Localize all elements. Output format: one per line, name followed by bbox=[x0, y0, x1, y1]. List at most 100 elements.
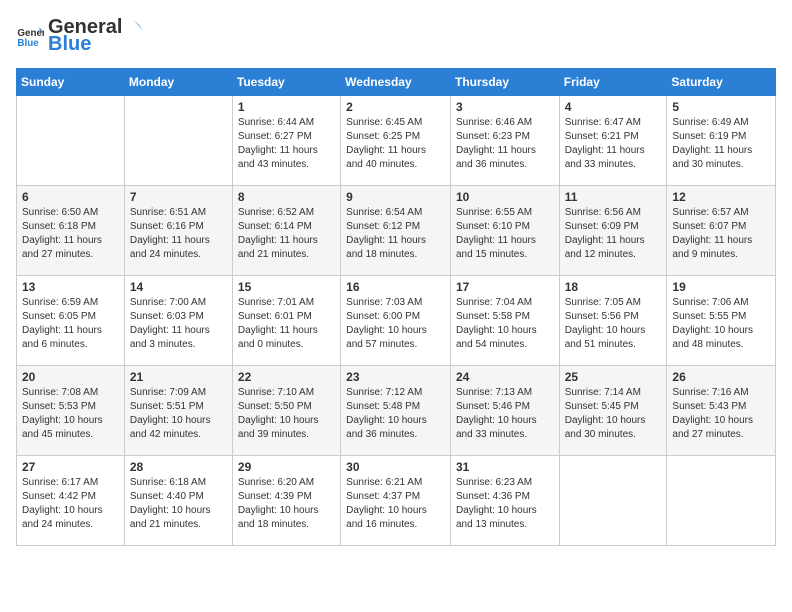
day-number: 27 bbox=[22, 460, 119, 474]
day-info: Sunrise: 6:45 AMSunset: 6:25 PMDaylight:… bbox=[346, 117, 426, 170]
day-number: 2 bbox=[346, 100, 445, 114]
day-number: 21 bbox=[130, 370, 227, 384]
day-number: 29 bbox=[238, 460, 335, 474]
calendar-table: Sunday Monday Tuesday Wednesday Thursday… bbox=[16, 68, 776, 546]
day-info: Sunrise: 7:13 AMSunset: 5:46 PMDaylight:… bbox=[456, 387, 537, 440]
col-sunday: Sunday bbox=[17, 69, 125, 96]
day-info: Sunrise: 6:51 AMSunset: 6:16 PMDaylight:… bbox=[130, 207, 210, 260]
day-info: Sunrise: 7:03 AMSunset: 6:00 PMDaylight:… bbox=[346, 297, 427, 350]
calendar-cell: 16 Sunrise: 7:03 AMSunset: 6:00 PMDaylig… bbox=[341, 276, 451, 366]
day-number: 11 bbox=[565, 190, 662, 204]
page-header: General Blue General Blue bbox=[16, 16, 776, 56]
calendar-cell: 22 Sunrise: 7:10 AMSunset: 5:50 PMDaylig… bbox=[232, 366, 340, 456]
day-info: Sunrise: 6:49 AMSunset: 6:19 PMDaylight:… bbox=[672, 117, 752, 170]
day-number: 22 bbox=[238, 370, 335, 384]
calendar-cell: 10 Sunrise: 6:55 AMSunset: 6:10 PMDaylig… bbox=[450, 186, 559, 276]
day-number: 12 bbox=[672, 190, 770, 204]
calendar-cell: 23 Sunrise: 7:12 AMSunset: 5:48 PMDaylig… bbox=[341, 366, 451, 456]
day-info: Sunrise: 7:08 AMSunset: 5:53 PMDaylight:… bbox=[22, 387, 103, 440]
col-saturday: Saturday bbox=[667, 69, 776, 96]
day-info: Sunrise: 6:20 AMSunset: 4:39 PMDaylight:… bbox=[238, 477, 319, 530]
calendar-cell: 30 Sunrise: 6:21 AMSunset: 4:37 PMDaylig… bbox=[341, 456, 451, 546]
day-info: Sunrise: 6:57 AMSunset: 6:07 PMDaylight:… bbox=[672, 207, 752, 260]
day-number: 19 bbox=[672, 280, 770, 294]
calendar-cell: 17 Sunrise: 7:04 AMSunset: 5:58 PMDaylig… bbox=[450, 276, 559, 366]
calendar-cell: 31 Sunrise: 6:23 AMSunset: 4:36 PMDaylig… bbox=[450, 456, 559, 546]
day-number: 17 bbox=[456, 280, 554, 294]
calendar-cell: 8 Sunrise: 6:52 AMSunset: 6:14 PMDayligh… bbox=[232, 186, 340, 276]
day-info: Sunrise: 6:23 AMSunset: 4:36 PMDaylight:… bbox=[456, 477, 537, 530]
day-info: Sunrise: 6:55 AMSunset: 6:10 PMDaylight:… bbox=[456, 207, 536, 260]
day-number: 23 bbox=[346, 370, 445, 384]
day-number: 14 bbox=[130, 280, 227, 294]
day-info: Sunrise: 6:44 AMSunset: 6:27 PMDaylight:… bbox=[238, 117, 318, 170]
day-info: Sunrise: 6:47 AMSunset: 6:21 PMDaylight:… bbox=[565, 117, 645, 170]
day-info: Sunrise: 7:12 AMSunset: 5:48 PMDaylight:… bbox=[346, 387, 427, 440]
calendar-cell: 5 Sunrise: 6:49 AMSunset: 6:19 PMDayligh… bbox=[667, 96, 776, 186]
day-info: Sunrise: 7:10 AMSunset: 5:50 PMDaylight:… bbox=[238, 387, 319, 440]
day-number: 31 bbox=[456, 460, 554, 474]
day-number: 15 bbox=[238, 280, 335, 294]
day-info: Sunrise: 7:06 AMSunset: 5:55 PMDaylight:… bbox=[672, 297, 753, 350]
calendar-cell bbox=[124, 96, 232, 186]
day-info: Sunrise: 6:46 AMSunset: 6:23 PMDaylight:… bbox=[456, 117, 536, 170]
day-info: Sunrise: 7:04 AMSunset: 5:58 PMDaylight:… bbox=[456, 297, 537, 350]
logo-bird-icon bbox=[123, 17, 145, 39]
calendar-cell bbox=[667, 456, 776, 546]
day-number: 28 bbox=[130, 460, 227, 474]
calendar-cell: 19 Sunrise: 7:06 AMSunset: 5:55 PMDaylig… bbox=[667, 276, 776, 366]
col-thursday: Thursday bbox=[450, 69, 559, 96]
calendar-cell: 1 Sunrise: 6:44 AMSunset: 6:27 PMDayligh… bbox=[232, 96, 340, 186]
logo-icon: General Blue bbox=[16, 22, 44, 50]
calendar-cell: 24 Sunrise: 7:13 AMSunset: 5:46 PMDaylig… bbox=[450, 366, 559, 456]
day-info: Sunrise: 6:59 AMSunset: 6:05 PMDaylight:… bbox=[22, 297, 102, 350]
day-number: 6 bbox=[22, 190, 119, 204]
calendar-cell: 7 Sunrise: 6:51 AMSunset: 6:16 PMDayligh… bbox=[124, 186, 232, 276]
calendar-cell: 12 Sunrise: 6:57 AMSunset: 6:07 PMDaylig… bbox=[667, 186, 776, 276]
day-info: Sunrise: 6:21 AMSunset: 4:37 PMDaylight:… bbox=[346, 477, 427, 530]
calendar-cell: 27 Sunrise: 6:17 AMSunset: 4:42 PMDaylig… bbox=[17, 456, 125, 546]
svg-text:Blue: Blue bbox=[17, 38, 39, 49]
day-number: 8 bbox=[238, 190, 335, 204]
calendar-cell: 21 Sunrise: 7:09 AMSunset: 5:51 PMDaylig… bbox=[124, 366, 232, 456]
day-number: 3 bbox=[456, 100, 554, 114]
day-number: 25 bbox=[565, 370, 662, 384]
calendar-cell: 15 Sunrise: 7:01 AMSunset: 6:01 PMDaylig… bbox=[232, 276, 340, 366]
day-info: Sunrise: 7:09 AMSunset: 5:51 PMDaylight:… bbox=[130, 387, 211, 440]
day-info: Sunrise: 7:14 AMSunset: 5:45 PMDaylight:… bbox=[565, 387, 646, 440]
calendar-cell: 26 Sunrise: 7:16 AMSunset: 5:43 PMDaylig… bbox=[667, 366, 776, 456]
calendar-cell: 14 Sunrise: 7:00 AMSunset: 6:03 PMDaylig… bbox=[124, 276, 232, 366]
calendar-cell: 6 Sunrise: 6:50 AMSunset: 6:18 PMDayligh… bbox=[17, 186, 125, 276]
calendar-cell bbox=[17, 96, 125, 186]
day-number: 20 bbox=[22, 370, 119, 384]
logo: General Blue General Blue bbox=[16, 16, 146, 56]
calendar-cell: 3 Sunrise: 6:46 AMSunset: 6:23 PMDayligh… bbox=[450, 96, 559, 186]
day-number: 13 bbox=[22, 280, 119, 294]
day-info: Sunrise: 6:52 AMSunset: 6:14 PMDaylight:… bbox=[238, 207, 318, 260]
day-info: Sunrise: 7:00 AMSunset: 6:03 PMDaylight:… bbox=[130, 297, 210, 350]
day-number: 9 bbox=[346, 190, 445, 204]
calendar-cell: 13 Sunrise: 6:59 AMSunset: 6:05 PMDaylig… bbox=[17, 276, 125, 366]
day-info: Sunrise: 7:01 AMSunset: 6:01 PMDaylight:… bbox=[238, 297, 318, 350]
day-number: 10 bbox=[456, 190, 554, 204]
day-number: 7 bbox=[130, 190, 227, 204]
col-wednesday: Wednesday bbox=[341, 69, 451, 96]
day-number: 18 bbox=[565, 280, 662, 294]
calendar-week-2: 6 Sunrise: 6:50 AMSunset: 6:18 PMDayligh… bbox=[17, 186, 776, 276]
calendar-cell: 2 Sunrise: 6:45 AMSunset: 6:25 PMDayligh… bbox=[341, 96, 451, 186]
col-monday: Monday bbox=[124, 69, 232, 96]
day-number: 30 bbox=[346, 460, 445, 474]
calendar-week-3: 13 Sunrise: 6:59 AMSunset: 6:05 PMDaylig… bbox=[17, 276, 776, 366]
calendar-cell: 9 Sunrise: 6:54 AMSunset: 6:12 PMDayligh… bbox=[341, 186, 451, 276]
calendar-week-4: 20 Sunrise: 7:08 AMSunset: 5:53 PMDaylig… bbox=[17, 366, 776, 456]
calendar-cell: 28 Sunrise: 6:18 AMSunset: 4:40 PMDaylig… bbox=[124, 456, 232, 546]
day-number: 24 bbox=[456, 370, 554, 384]
day-number: 4 bbox=[565, 100, 662, 114]
day-info: Sunrise: 6:50 AMSunset: 6:18 PMDaylight:… bbox=[22, 207, 102, 260]
calendar-cell: 29 Sunrise: 6:20 AMSunset: 4:39 PMDaylig… bbox=[232, 456, 340, 546]
day-number: 1 bbox=[238, 100, 335, 114]
calendar-cell: 4 Sunrise: 6:47 AMSunset: 6:21 PMDayligh… bbox=[559, 96, 667, 186]
calendar-cell: 18 Sunrise: 7:05 AMSunset: 5:56 PMDaylig… bbox=[559, 276, 667, 366]
calendar-cell: 25 Sunrise: 7:14 AMSunset: 5:45 PMDaylig… bbox=[559, 366, 667, 456]
day-info: Sunrise: 7:05 AMSunset: 5:56 PMDaylight:… bbox=[565, 297, 646, 350]
